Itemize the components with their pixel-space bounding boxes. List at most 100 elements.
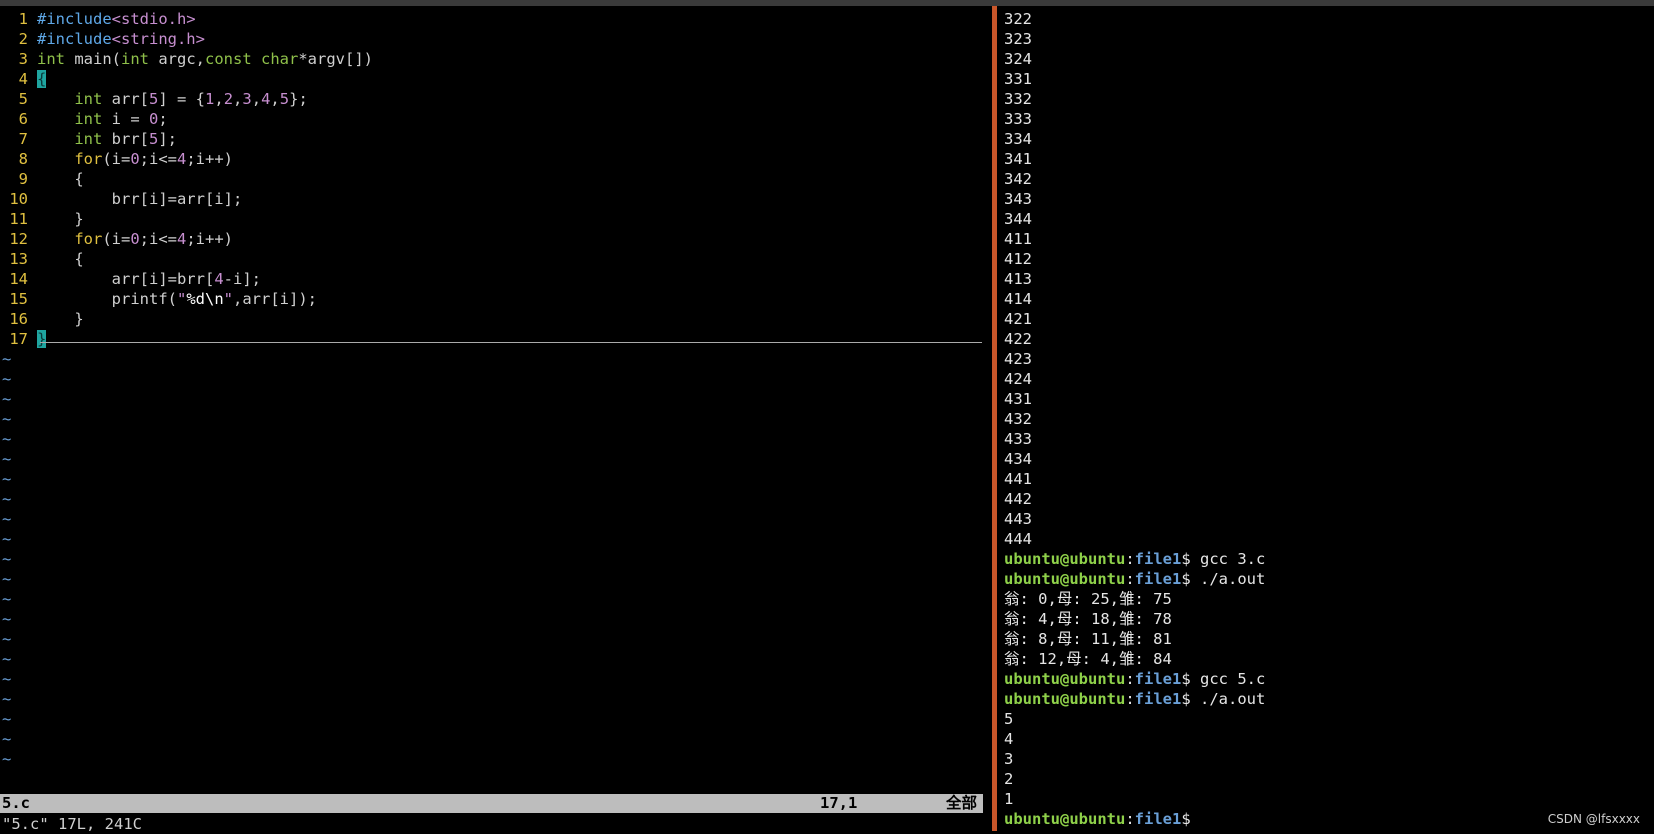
terminal-output-line: 412 [1004,250,1032,268]
code-line[interactable]: 7 int brr[5]; [0,129,373,149]
terminal-output-line: 5 [1004,710,1014,728]
code-token: #include [37,10,112,28]
terminal-output-line: 441 [1004,470,1032,488]
code-text: int brr[5]; [28,129,177,149]
terminal-output-line: 414 [1004,290,1032,308]
code-token: 0 [149,110,159,128]
code-token: int [74,130,103,148]
terminal-pane[interactable]: 322 323 324 331 332 333 334 341 342 343 344 411 412 4… [1004,6,1654,831]
terminal-output[interactable]: 322 323 324 331 332 333 334 341 342 343 344 411 412 4… [1004,9,1265,829]
terminal-output-line: 343 [1004,190,1032,208]
pane-divider[interactable] [992,6,997,831]
code-line[interactable]: 1 #include<stdio.h> [0,9,373,29]
terminal-output-line: 413 [1004,270,1032,288]
terminal-prompt-line: ubuntu@ubuntu:file1$ gcc 5.c [1004,669,1265,689]
terminal-output-line: 2 [1004,770,1014,788]
line-number: 13 [9,250,28,268]
line-number: 17 [9,330,28,348]
prompt-separator: : [1125,670,1135,688]
terminal-output-line: 翁: 12,母: 4,雏: 84 [1004,650,1172,668]
prompt-command: gcc 3.c [1190,550,1266,568]
code-line[interactable]: 6 int i = 0; [0,109,373,129]
code-line[interactable]: 2 #include<string.h> [0,29,373,49]
terminal-output-line: 341 [1004,150,1032,168]
code-token: { [37,170,84,188]
code-token: } [37,310,84,328]
code-line[interactable]: 10 brr[i]=arr[i]; [0,189,373,209]
code-token: (i= [102,150,131,168]
terminal-output-line: 424 [1004,370,1032,388]
code-token: const [205,50,252,68]
code-token: #include [37,30,112,48]
code-line[interactable]: 12 for(i=0;i<=4;i++) [0,229,373,249]
tilde-marker: ~ [2,610,12,628]
code-token: ;i<= [139,150,177,168]
code-token: %d\n [186,290,224,308]
vim-editor-pane[interactable]: 1 #include<stdio.h> 2 #include<string.h> 3 in… [0,6,987,833]
tilde-marker: ~ [2,510,12,528]
code-token: for [74,230,103,248]
watermark: CSDN @lfsxxxx [1547,812,1640,826]
line-number: 12 [9,230,28,248]
terminal-output-line: 432 [1004,410,1032,428]
code-token: 4 [214,270,224,288]
code-token: int [74,90,103,108]
code-line[interactable]: 5 int arr[5] = {1,2,3,4,5}; [0,89,373,109]
tilde-marker: ~ [2,430,12,448]
code-token: { [37,70,47,88]
code-token: *argv[]) [298,50,373,68]
code-token: 4 [177,150,187,168]
code-text: for(i=0;i<=4;i++) [28,229,233,249]
code-token: int [74,110,103,128]
terminal-output-line: 444 [1004,530,1032,548]
line-number: 7 [18,130,28,148]
code-token: 0 [130,230,140,248]
line-number: 9 [18,170,28,188]
code-token: -i]; [223,270,261,288]
code-text: { [28,249,83,269]
code-token: ] = { [158,90,206,108]
terminal-output-line: 443 [1004,510,1032,528]
code-token: 0 [130,150,140,168]
terminal-output-line: 344 [1004,210,1032,228]
tilde-marker: ~ [2,470,12,488]
terminal-prompt-line: ubuntu@ubuntu:file1$ gcc 3.c [1004,549,1265,569]
status-cursor-position: 17,1 [820,794,858,812]
code-token: 1 [205,90,215,108]
code-token: ;i<= [139,230,177,248]
terminal-output-line: 翁: 8,母: 11,雏: 81 [1004,630,1172,648]
code-token: 5 [149,130,159,148]
tilde-marker: ~ [2,670,12,688]
terminal-output-line: 433 [1004,430,1032,448]
code-line[interactable]: 4{ [0,69,373,89]
code-token: <string.h> [111,30,205,48]
code-text: #include<string.h> [28,29,205,49]
code-line[interactable]: 15 printf("%d\n",arr[i]); [0,289,373,309]
tilde-marker: ~ [2,650,12,668]
code-line[interactable]: 13 { [0,249,373,269]
code-line[interactable]: 16 } [0,309,373,329]
code-line[interactable]: 8 for(i=0;i<=4;i++) [0,149,373,169]
terminal-output-line: 334 [1004,130,1032,148]
tilde-marker: ~ [2,690,12,708]
code-area[interactable]: 1 #include<stdio.h> 2 #include<string.h> 3 in… [0,9,373,349]
prompt-path: file1 [1134,810,1182,828]
code-token: 2 [223,90,234,108]
prompt-separator: : [1125,550,1135,568]
code-line[interactable]: 3 int main(int argc,const char*argv[]) [0,49,373,69]
prompt-command: ./a.out [1190,570,1266,588]
terminal-output-line: 322 [1004,10,1032,28]
code-line[interactable]: 9 { [0,169,373,189]
status-filename: 5.c [2,794,30,812]
code-line[interactable]: 11 } [0,209,373,229]
terminal-output-line: 翁: 4,母: 18,雏: 78 [1004,610,1172,628]
code-line[interactable]: 14 arr[i]=brr[4-i]; [0,269,373,289]
tilde-marker: ~ [2,410,12,428]
line-number: 10 [9,190,28,208]
code-line[interactable]: 17} [0,329,373,349]
code-token: " [176,290,187,308]
line-number: 11 [9,210,28,228]
terminal-prompt-line: ubuntu@ubuntu:file1$ [1004,809,1265,829]
